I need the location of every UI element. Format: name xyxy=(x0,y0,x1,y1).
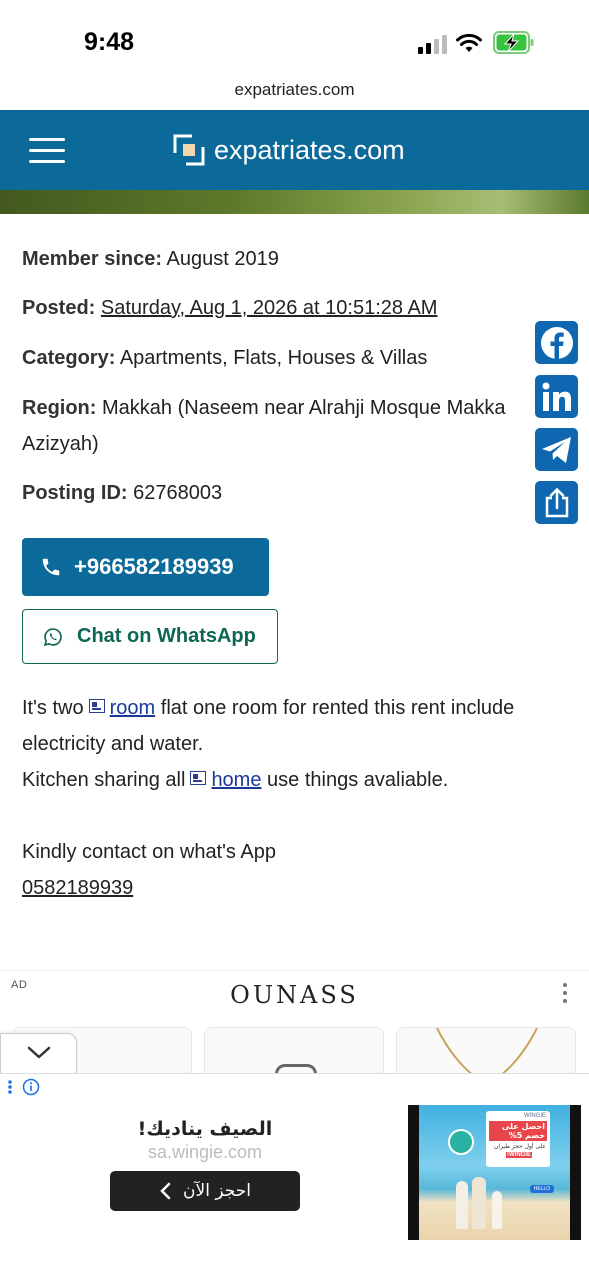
linkedin-share-button[interactable] xyxy=(535,375,578,418)
site-header: expatriates.com xyxy=(0,110,589,190)
ad-info-icon[interactable] xyxy=(22,1078,40,1096)
description-line: electricity and water. xyxy=(22,733,204,755)
description-line: It's two room flat one room for rented th… xyxy=(22,690,572,726)
menu-icon[interactable] xyxy=(29,138,65,164)
keyword-link-icon xyxy=(88,699,105,713)
whatsapp-icon xyxy=(43,627,62,646)
keyword-link-icon xyxy=(190,771,207,785)
person-figure xyxy=(472,1177,486,1229)
ad-unit[interactable]: AD OUNASS xyxy=(0,970,589,1087)
description-line: Kitchen sharing all home use things avali… xyxy=(22,762,572,798)
banner-cta-label: احجز الآن xyxy=(183,1181,251,1201)
description-text: flat one room for rented this rent inclu… xyxy=(155,697,515,719)
banner-domain: sa.wingie.com xyxy=(147,1142,263,1162)
category-value: Apartments, Flats, Houses & Villas xyxy=(115,347,428,369)
whatsapp-label: Chat on WhatsApp xyxy=(77,625,256,647)
telegram-share-button[interactable] xyxy=(535,428,578,471)
promo-card: WINGIE احصل على خصم 5% على أول حجز طيران… xyxy=(486,1111,550,1167)
header-banner-image xyxy=(0,190,589,214)
facebook-share-button[interactable] xyxy=(535,321,578,364)
call-phone-button[interactable]: +966582189939 xyxy=(22,538,269,596)
region-label: Region: xyxy=(22,397,97,419)
share-icon xyxy=(545,487,568,517)
anniversary-badge xyxy=(448,1129,474,1155)
cellular-signal-icon xyxy=(418,34,448,54)
person-figure xyxy=(492,1191,502,1229)
promo-line-1: احصل على خصم 5% xyxy=(489,1121,547,1141)
linkedin-icon xyxy=(542,382,571,411)
member-since-row: Member since: August 2019 xyxy=(22,241,279,277)
chevron-left-icon xyxy=(160,1182,171,1200)
banner-title: الصيف يناديك! xyxy=(137,1118,273,1140)
description-text: use things avaliable. xyxy=(261,769,449,791)
contact-phone-link[interactable]: 0582189939 xyxy=(22,877,133,899)
region-value: Makkah (Naseem near Alrahji Mosque Makka xyxy=(96,397,506,419)
posted-date[interactable]: Saturday, Aug 1, 2026 at 10:51:28 AM xyxy=(101,297,438,319)
keyword-link-home[interactable]: home xyxy=(211,769,261,791)
posted-row: Posted: Saturday, Aug 1, 2026 at 10:51:2… xyxy=(22,290,437,326)
browser-url[interactable]: expatriates.com xyxy=(0,80,589,100)
category-label: Category: xyxy=(22,347,116,369)
phone-icon xyxy=(42,558,60,576)
promo-brand: WINGIE xyxy=(524,1113,546,1119)
logo-text: expatriates.com xyxy=(214,134,405,165)
region-row-cont: Azizyah) xyxy=(22,433,99,455)
description-line: Kindly contact on what's App xyxy=(22,841,276,863)
keyword-link-room[interactable]: room xyxy=(110,697,156,719)
bottom-banner-ad[interactable]: الصيف يناديك! sa.wingie.com احجز الآن WI… xyxy=(0,1073,589,1253)
whatsapp-chat-button[interactable]: Chat on WhatsApp xyxy=(22,609,278,664)
posting-description: It's two room flat one room for rented th… xyxy=(22,690,572,906)
battery-charging-icon xyxy=(493,31,534,54)
person-figure xyxy=(456,1181,468,1229)
promo-line-2: على أول حجز طيران xyxy=(493,1143,546,1150)
member-since-value: August 2019 xyxy=(162,248,279,270)
site-logo[interactable]: expatriates.com xyxy=(172,132,405,168)
ad-menu-dots-icon[interactable] xyxy=(6,1079,14,1095)
promo-code: !WINGIE xyxy=(506,1152,532,1158)
collapse-ad-button[interactable] xyxy=(0,1033,77,1073)
status-time: 9:48 xyxy=(84,28,135,56)
telegram-icon xyxy=(541,436,571,463)
ad-info[interactable] xyxy=(6,1078,40,1096)
posting-id-label: Posting ID: xyxy=(22,482,128,504)
description-line: 0582189939 xyxy=(22,870,572,906)
posted-label: Posted: xyxy=(22,297,96,319)
phone-number-label: +966582189939 xyxy=(74,554,234,579)
description-text: Kitchen sharing all xyxy=(22,769,186,791)
posting-id-row: Posting ID: 62768003 xyxy=(22,475,222,511)
hello-tag: HELLO xyxy=(530,1185,554,1193)
member-since-label: Member since: xyxy=(22,248,163,270)
ad-brand[interactable]: OUNASS xyxy=(0,981,589,1009)
chevron-down-icon xyxy=(27,1046,51,1059)
status-bar: 9:48 xyxy=(0,0,589,78)
wifi-icon xyxy=(456,33,482,52)
facebook-icon xyxy=(540,326,573,359)
logo-mark-icon xyxy=(173,134,205,166)
category-row: Category: Apartments, Flats, Houses & Vi… xyxy=(22,340,427,376)
banner-image[interactable]: WINGIE احصل على خصم 5% على أول حجز طيران… xyxy=(408,1105,581,1240)
posting-id-value: 62768003 xyxy=(127,482,223,504)
description-text: It's two xyxy=(22,697,84,719)
region-row: Region: Makkah (Naseem near Alrahji Mosq… xyxy=(22,390,528,426)
banner-cta-button[interactable]: احجز الآن xyxy=(110,1171,300,1211)
generic-share-button[interactable] xyxy=(535,481,578,524)
ad-options-icon[interactable] xyxy=(561,983,569,1007)
